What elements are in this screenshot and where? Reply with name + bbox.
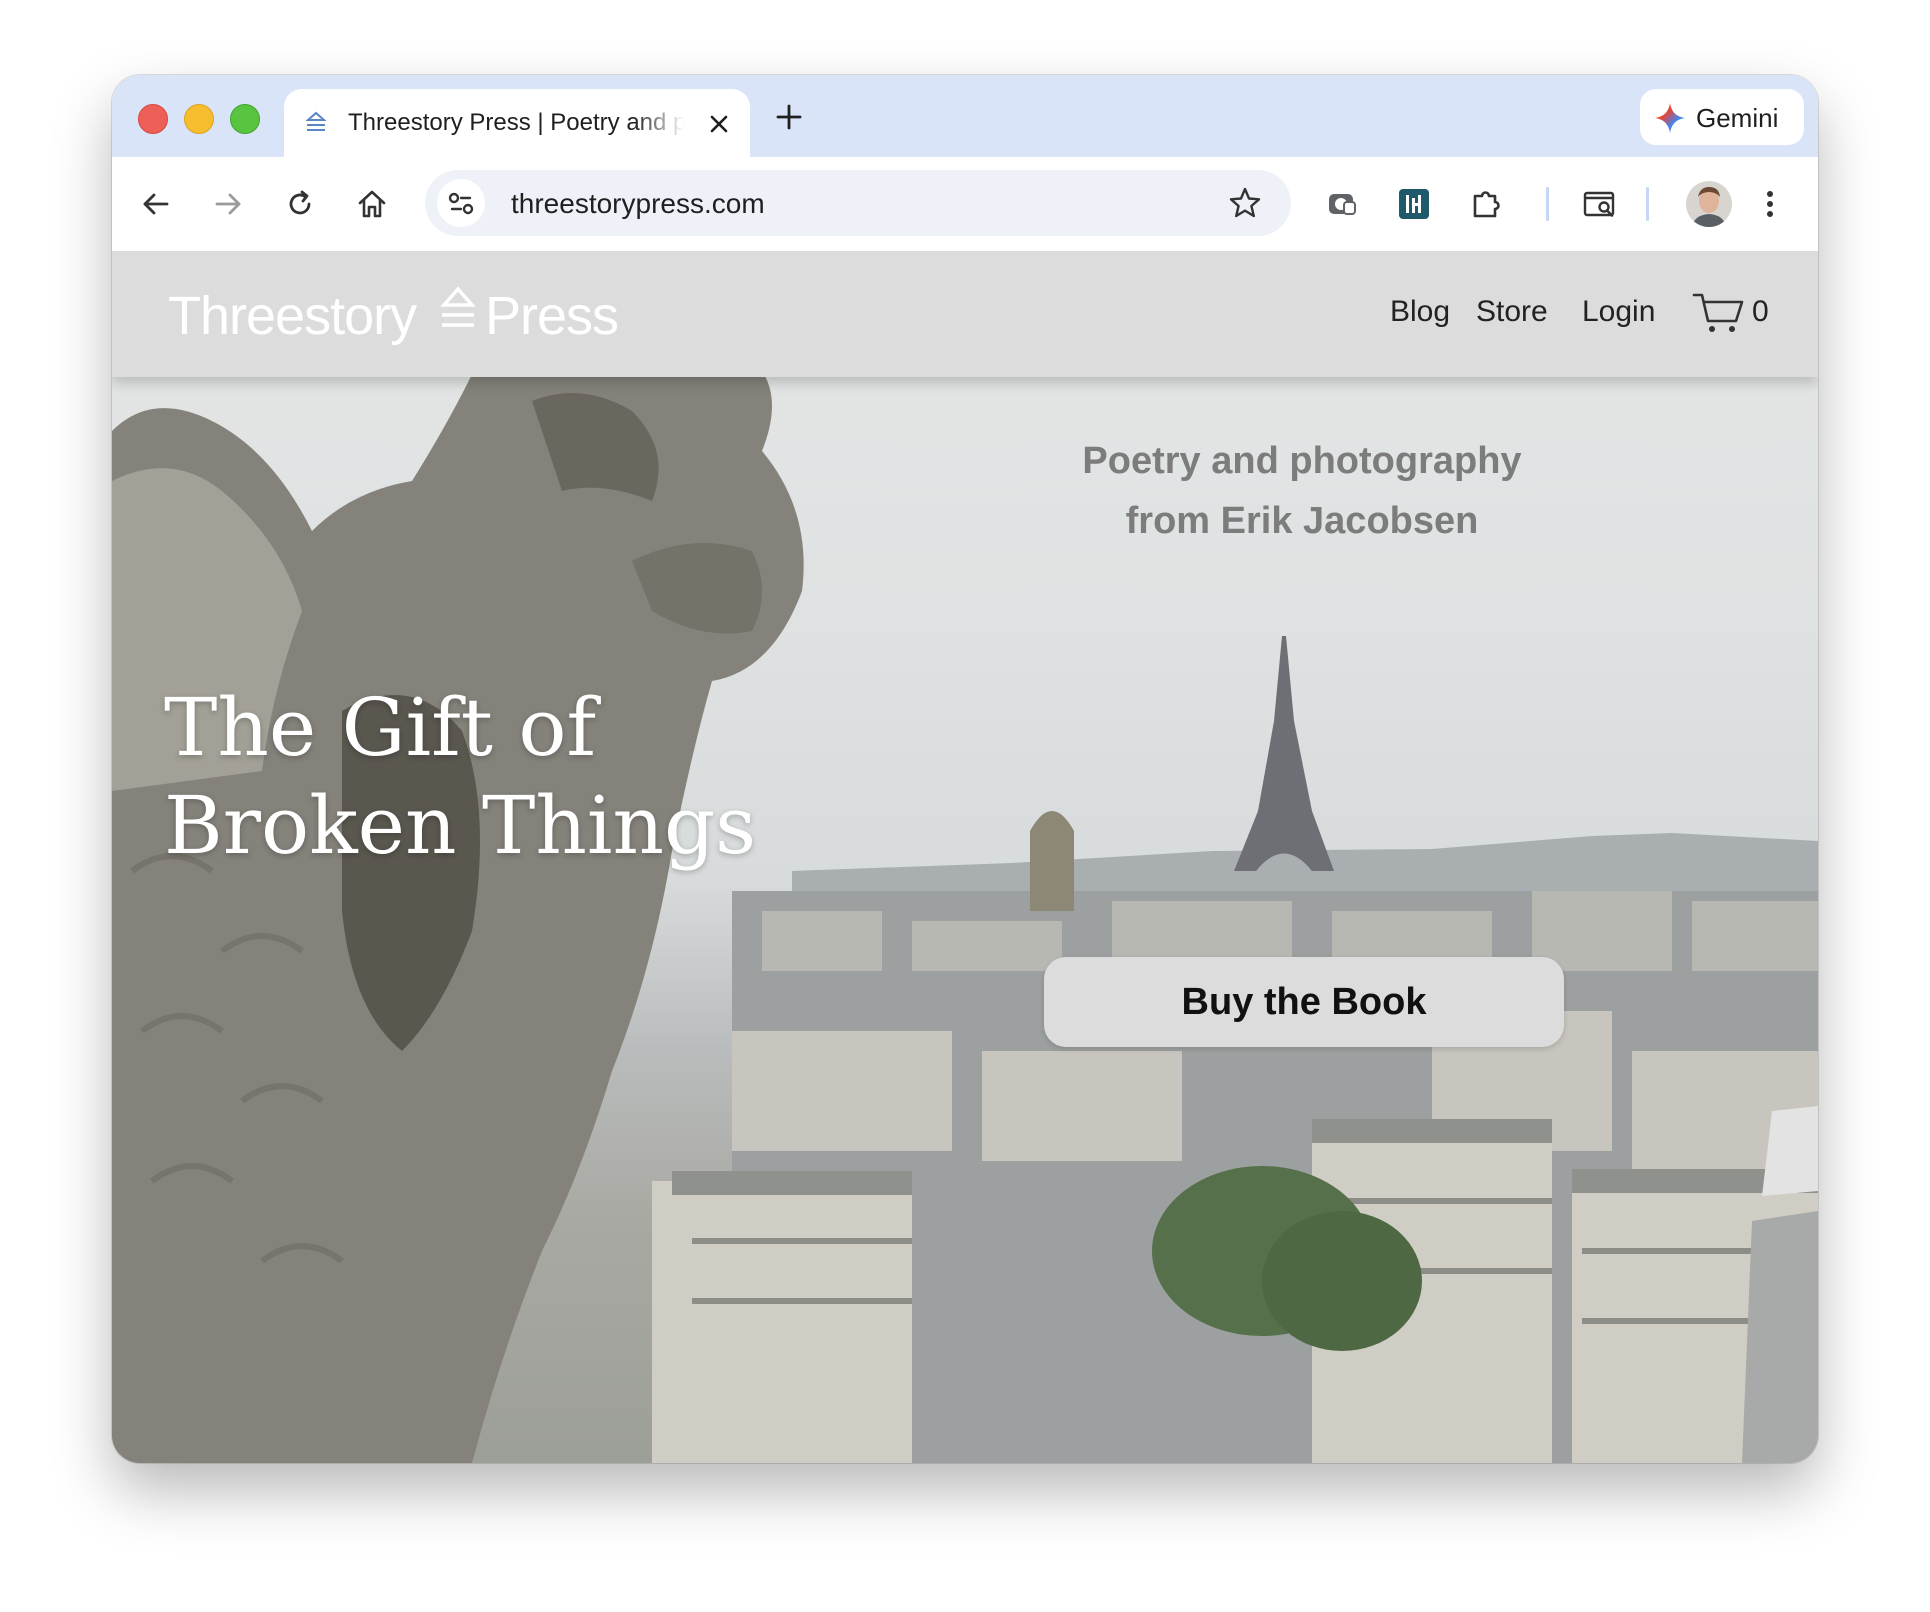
gemini-label: Gemini [1696, 103, 1779, 133]
nav-login-link[interactable]: Login [1582, 295, 1655, 329]
more-menu-icon[interactable] [1752, 186, 1788, 222]
shopping-cart-icon[interactable] [1692, 291, 1744, 335]
logo-stairs-icon [440, 286, 476, 327]
gemini-sparkle-icon [1655, 103, 1685, 133]
puzzle-extensions-icon[interactable] [1468, 186, 1504, 222]
toolbar-divider [1646, 187, 1649, 221]
bookmark-star-icon[interactable] [1227, 185, 1263, 221]
back-arrow-icon[interactable] [138, 186, 174, 222]
buy-the-book-button[interactable]: Buy the Book [1044, 957, 1564, 1047]
toolbar-divider [1546, 187, 1549, 221]
nav-blog-link[interactable]: Blog [1390, 295, 1450, 329]
hero-tagline: Poetry and photography from Erik Jacobse… [1012, 431, 1592, 551]
tagline-line-2: from Erik Jacobsen [1125, 500, 1479, 542]
address-bar[interactable]: threestorypress.com [425, 170, 1291, 236]
profile-avatar[interactable] [1686, 181, 1732, 227]
logo-word-press: Press [485, 286, 619, 346]
new-tab-icon[interactable] [774, 102, 804, 132]
maximize-window-button[interactable] [230, 104, 260, 134]
threestory-favicon-icon [305, 111, 327, 131]
tab-threestory[interactable]: Threestory Press | Poetry and photograph… [284, 89, 750, 157]
search-tab-icon[interactable] [1582, 186, 1618, 222]
tab-strip: Threestory Press | Poetry and photograph… [112, 75, 1818, 157]
book-title: The Gift of Broken Things [164, 679, 804, 875]
browser-toolbar: threestorypress.com [112, 157, 1818, 251]
tab-title: Threestory Press | Poetry and photograph… [348, 109, 684, 136]
site-header: Threestory Press Blog Store Login 0 [112, 251, 1818, 377]
minimize-window-button[interactable] [184, 104, 214, 134]
gemini-button[interactable]: Gemini [1640, 89, 1804, 145]
reload-icon[interactable] [282, 186, 318, 222]
close-tab-icon[interactable] [706, 111, 732, 137]
logo-word-threestory: Threestory [168, 286, 417, 346]
nav-store-link[interactable]: Store [1476, 295, 1548, 329]
profile-photo-icon [1686, 181, 1732, 227]
extension-h-icon[interactable] [1396, 186, 1432, 222]
browser-window: Threestory Press | Poetry and photograph… [112, 75, 1818, 1463]
tune-icon [448, 192, 474, 215]
url-text: threestorypress.com [511, 188, 765, 219]
forward-arrow-icon[interactable] [210, 186, 246, 222]
close-window-button[interactable] [138, 104, 168, 134]
book-title-line-2: Broken Things [164, 779, 757, 872]
site-info-button[interactable] [437, 179, 485, 227]
tagline-line-1: Poetry and photography [1082, 440, 1522, 482]
extension-screencast-icon[interactable] [1324, 186, 1360, 222]
cart-count[interactable]: 0 [1752, 295, 1769, 329]
web-page: Threestory Press Blog Store Login 0 Poet… [112, 251, 1818, 1463]
book-title-line-1: The Gift of [164, 681, 597, 774]
home-icon[interactable] [354, 186, 390, 222]
